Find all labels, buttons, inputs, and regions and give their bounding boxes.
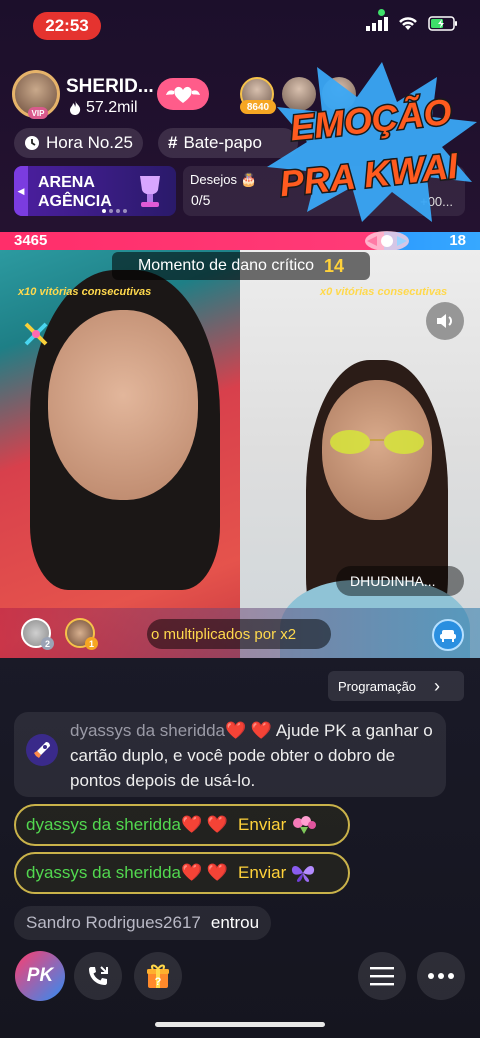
speaker-icon — [437, 314, 452, 328]
likes-count: 57.2mil — [86, 99, 138, 116]
critical-label: Momento de dano crítico — [137, 257, 315, 274]
status-icons — [366, 16, 458, 31]
status-time: 22:53 — [33, 12, 101, 40]
follow-heart-button[interactable] — [157, 78, 209, 110]
gift-sender-name: dyassys da sheridda❤️ ❤️ — [26, 863, 229, 882]
phone-icon — [89, 966, 108, 985]
critical-countdown: 14 — [324, 255, 345, 276]
pk-right-score: 18 — [449, 232, 466, 249]
call-button[interactable] — [74, 952, 122, 1000]
more-dots-icon — [428, 973, 454, 979]
vip-badge: VIP — [28, 107, 48, 119]
sofa-seat-button[interactable] — [432, 619, 464, 651]
gift-action: Enviar — [238, 863, 287, 882]
pk-button[interactable]: PK — [15, 951, 65, 1001]
arena-title: ARENA AGÊNCIA — [38, 174, 112, 210]
host-likes: 57.2mil — [68, 99, 138, 117]
rocket-icon — [26, 734, 58, 766]
svg-text:?: ? — [155, 976, 162, 988]
gift-sender-name: dyassys da sheridda❤️ ❤️ — [26, 815, 229, 834]
camera-indicator-dot — [378, 9, 385, 16]
emocao-sticker: EMOÇÃO PRA KWAI — [267, 62, 477, 222]
crossed-swords-icon — [24, 322, 48, 346]
wishes-count: 0/5 — [191, 192, 211, 208]
winged-heart-icon — [166, 86, 200, 103]
programacao-button[interactable]: Programação › — [328, 671, 464, 701]
system-message-text: dyassys da sheridda❤️ ❤️ Ajude PK a ganh… — [70, 718, 440, 793]
hashtag-icon: # — [168, 133, 178, 152]
clock-icon — [25, 136, 39, 150]
critical-damage-banner: Momento de dano crítico 14 — [112, 252, 370, 280]
system-message-card: dyassys da sheridda❤️ ❤️ Ajude PK a ganh… — [14, 712, 446, 797]
right-win-streak: x0 vitórias consecutivas — [320, 286, 448, 298]
joined-text: entrou — [210, 913, 260, 932]
chevron-right-icon: › — [434, 675, 441, 696]
hour-ranking-chip[interactable]: Hora No.25 — [14, 128, 143, 158]
supporter-rank-badge-1: 1 — [85, 637, 98, 650]
gift-message-1[interactable]: dyassys da sheridda❤️ ❤️ Enviar — [14, 804, 350, 846]
supporter-rank-badge-2: 2 — [41, 637, 54, 650]
wishes-label: Desejos 🎂 — [190, 172, 257, 187]
arena-left-arrow-icon: ◀ — [14, 166, 28, 216]
sofa-icon — [440, 630, 456, 642]
gift-box-icon: 🎂 — [240, 172, 257, 187]
carousel-dots — [102, 209, 127, 213]
gift-action: Enviar — [238, 815, 287, 834]
home-indicator[interactable] — [155, 1022, 325, 1027]
bouquet-icon — [293, 816, 317, 834]
flame-icon — [70, 101, 81, 115]
wifi-icon — [399, 17, 417, 30]
trophy-icon — [140, 176, 160, 207]
programacao-label: Programação — [338, 678, 417, 694]
gift-box-icon: ? — [147, 964, 169, 988]
gift-button[interactable]: ? — [134, 952, 182, 1000]
pk-left-score: 3465 — [14, 232, 48, 249]
arena-agencia-banner[interactable]: ◀ ARENA AGÊNCIA — [14, 166, 176, 216]
sunglasses — [330, 430, 424, 454]
menu-button[interactable] — [358, 952, 406, 1000]
sound-button[interactable] — [426, 302, 464, 340]
left-win-streak: x10 vitórias consecutivas — [18, 286, 152, 298]
gift-message-2[interactable]: dyassys da sheridda❤️ ❤️ Enviar — [14, 852, 350, 894]
more-button[interactable] — [417, 952, 465, 1000]
joined-user-name: Sandro Rodrigues2617 — [26, 913, 201, 932]
hour-label: Hora No.25 — [46, 133, 133, 152]
chat-label: Bate-papo — [183, 133, 262, 152]
left-face — [48, 310, 198, 500]
user-joined-notice: Sandro Rodrigues2617 entrou — [14, 906, 272, 940]
host-name[interactable]: SHERID... — [66, 76, 154, 98]
butterfly-icon — [292, 866, 315, 882]
system-message-name: dyassys da sheridda❤️ ❤️ — [70, 721, 273, 740]
left-streamer-video[interactable] — [0, 250, 240, 658]
hamburger-icon — [370, 967, 394, 986]
battery-icon — [428, 16, 457, 31]
multiplier-ticker: o multiplicados por x2 — [147, 619, 331, 649]
signal-icon — [366, 16, 388, 31]
opponent-name-tag[interactable]: DHUDINHA... — [336, 566, 464, 596]
